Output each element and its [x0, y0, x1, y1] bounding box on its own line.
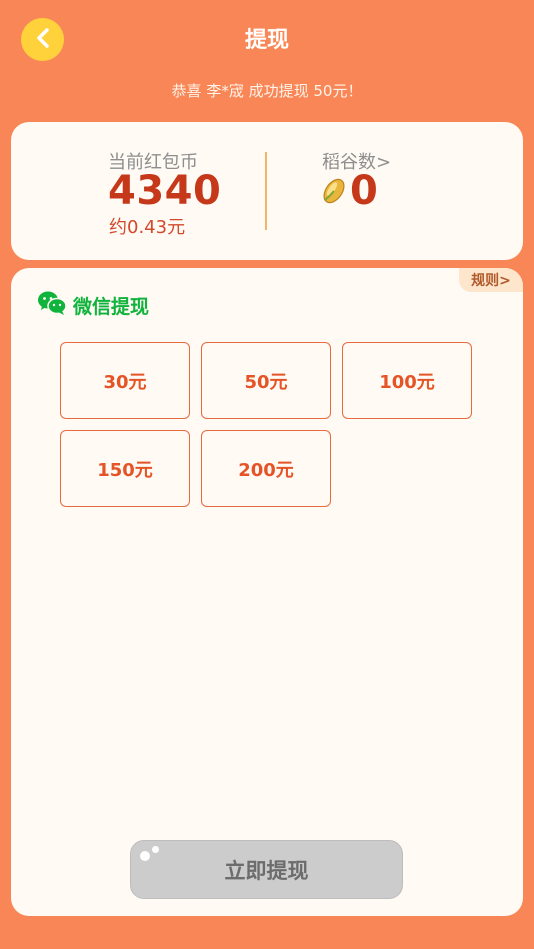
- amount-option-100[interactable]: 100元: [342, 342, 472, 419]
- header: 提现: [0, 0, 534, 80]
- withdraw-now-button[interactable]: 立即提现: [130, 840, 403, 899]
- wechat-icon: [37, 290, 67, 320]
- rules-link[interactable]: 规则>: [459, 268, 523, 292]
- withdraw-notice: 恭喜 李*宬 成功提现 50元！: [171, 82, 363, 100]
- coin-yuan-equivalent: 约0.43元: [109, 217, 186, 238]
- balance-card: 当前红包币 4340 约0.43元 稻谷数> 0: [11, 122, 523, 260]
- grain-value: 0: [350, 168, 378, 214]
- withdraw-method: 微信提现: [37, 290, 149, 320]
- amount-option-200[interactable]: 200元: [201, 430, 331, 507]
- amount-option-150[interactable]: 150元: [60, 430, 190, 507]
- page-title: 提现: [244, 28, 289, 53]
- divider: [265, 152, 267, 230]
- button-shine: [140, 851, 150, 861]
- amount-option-50[interactable]: 50元: [201, 342, 331, 419]
- withdraw-card: 规则> 微信提现 30元 50元 100元 150元 200元 立即提现: [11, 268, 523, 916]
- button-shine: [152, 846, 159, 853]
- wechat-withdraw-label: 微信提现: [73, 295, 150, 318]
- coin-value: 4340: [108, 168, 222, 214]
- amount-option-30[interactable]: 30元: [60, 342, 190, 419]
- withdraw-now-label: 立即提现: [224, 858, 309, 883]
- rice-grain-icon: [319, 176, 349, 206]
